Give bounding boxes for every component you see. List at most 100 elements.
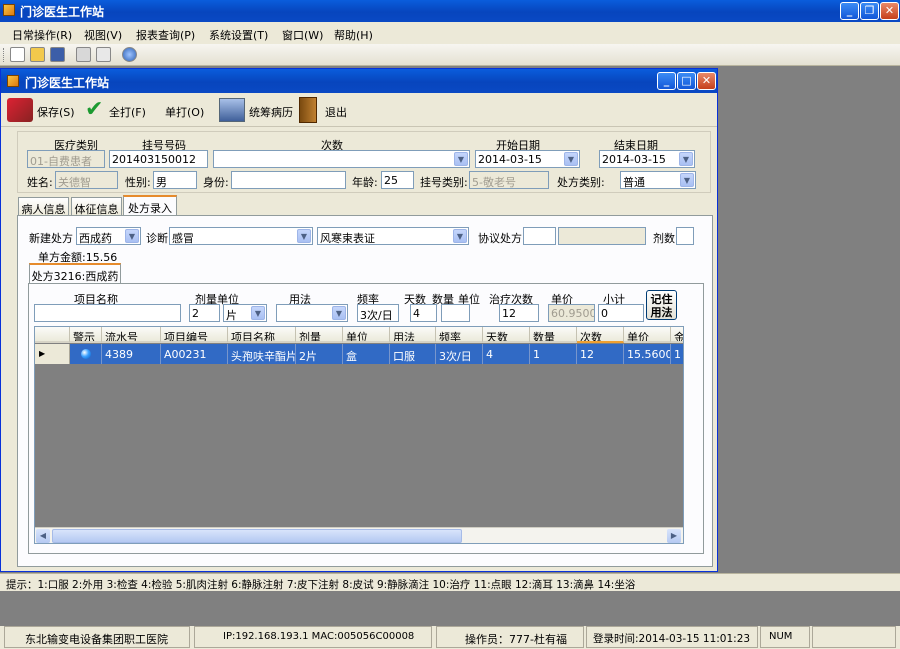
dose-count-field[interactable]	[676, 227, 694, 245]
col-unit-price[interactable]: 单价	[624, 327, 671, 343]
restore-button[interactable]: ❐	[860, 2, 879, 20]
agreement-rx-label: 协议处方	[478, 232, 522, 245]
print-icon[interactable]	[76, 47, 91, 62]
col-serial[interactable]: 流水号	[102, 327, 161, 343]
chevron-down-icon[interactable]: ▼	[454, 152, 468, 166]
tab-patient-info[interactable]: 病人信息	[18, 197, 69, 216]
start-date-picker[interactable]: 2014-03-15 ▼	[475, 150, 580, 168]
name-field[interactable]: 关德智	[55, 171, 118, 189]
end-date-picker[interactable]: 2014-03-15 ▼	[599, 150, 695, 168]
cell-days: 4	[483, 344, 530, 364]
tab-vital-signs[interactable]: 体征信息	[71, 197, 122, 216]
cell-serial: 4389	[102, 344, 161, 364]
usage-select[interactable]: ▼	[276, 304, 348, 322]
child-minimize-button[interactable]: _	[657, 72, 676, 90]
chevron-down-icon[interactable]: ▼	[332, 306, 346, 320]
col-frequency[interactable]: 频率	[436, 327, 483, 343]
diagnosis-select[interactable]: 感冒 ▼	[169, 227, 313, 245]
chevron-down-icon[interactable]: ▼	[453, 229, 467, 243]
col-days[interactable]: 天数	[483, 327, 530, 343]
minimize-button[interactable]: _	[840, 2, 859, 20]
save-disk-icon[interactable]	[50, 47, 65, 62]
syndrome-select[interactable]: 风寒束表证 ▼	[317, 227, 469, 245]
chevron-down-icon[interactable]: ▼	[297, 229, 311, 243]
menu-help[interactable]: 帮助(H)	[334, 27, 373, 43]
cell-amount: 1	[671, 344, 683, 364]
print-all-button[interactable]: 全打(F)	[109, 104, 146, 120]
scroll-right-icon[interactable]: ▶	[667, 529, 681, 543]
globe-icon[interactable]	[122, 47, 137, 62]
days-input[interactable]: 4	[410, 304, 437, 322]
tab-prescription[interactable]: 处方录入	[123, 195, 177, 216]
unit-price-input[interactable]: 60.9500	[548, 304, 595, 322]
chevron-down-icon[interactable]: ▼	[251, 306, 265, 320]
gender-field[interactable]: 男	[153, 171, 197, 189]
menu-daily[interactable]: 日常操作(R)	[12, 27, 72, 43]
age-field[interactable]: 25	[381, 171, 414, 189]
menu-view[interactable]: 视图(V)	[84, 27, 122, 43]
rx-detail-panel: 项目名称 剂量单位 用法 频率 天数 数量 单位 治疗次数 单价 小计 记住用法…	[28, 283, 704, 554]
new-file-icon[interactable]	[10, 47, 25, 62]
menu-reports[interactable]: 报表查询(P)	[136, 27, 195, 43]
identity-field[interactable]	[231, 171, 346, 189]
cell-unit-price: 15.5600	[624, 344, 671, 364]
exit-door-icon[interactable]	[299, 97, 317, 123]
grid-hscrollbar[interactable]: ◀ ▶	[35, 527, 683, 543]
diagnosis-label: 诊断	[146, 232, 168, 245]
col-item-code[interactable]: 项目编号	[161, 327, 228, 343]
remember-usage-button[interactable]: 记住用法	[646, 290, 677, 320]
dose-unit-select[interactable]: 片 ▼	[223, 304, 267, 322]
close-button[interactable]: ✕	[880, 2, 899, 20]
col-quantity[interactable]: 数量	[530, 327, 577, 343]
chevron-down-icon[interactable]: ▼	[680, 173, 694, 187]
agreement-rx-field[interactable]	[523, 227, 556, 245]
save-icon[interactable]	[7, 98, 33, 122]
open-folder-icon[interactable]	[30, 47, 45, 62]
cell-usage: 口服	[390, 344, 436, 364]
col-usage[interactable]: 用法	[390, 327, 436, 343]
subtotal-input[interactable]: 0	[598, 304, 644, 322]
row-selector[interactable]: ▶	[35, 344, 70, 364]
menu-window[interactable]: 窗口(W)	[282, 27, 323, 43]
treatment-count-input[interactable]: 12	[499, 304, 539, 322]
save-button[interactable]: 保存(S)	[37, 104, 75, 120]
medical-record-icon[interactable]	[219, 98, 245, 122]
col-alert[interactable]: 警示	[70, 327, 102, 343]
print-preview-icon[interactable]	[96, 47, 111, 62]
tab-rx-3216[interactable]: 处方3216:西成药	[29, 263, 121, 284]
chevron-down-icon[interactable]: ▼	[564, 152, 578, 166]
rx-type-select[interactable]: 普通 ▼	[620, 171, 696, 189]
med-type-field[interactable]: 01-自费患者	[27, 150, 105, 168]
frequency-input[interactable]: 3次/日	[357, 304, 399, 322]
chevron-down-icon[interactable]: ▼	[125, 229, 139, 243]
exit-button[interactable]: 退出	[325, 104, 347, 120]
col-times[interactable]: 次数	[577, 327, 624, 343]
print-single-button[interactable]: 单打(O)	[165, 104, 204, 120]
table-row[interactable]: ▶ 4389 A00231 头孢呋辛酯片 2片 盒 口服 3次/日 4 1 12…	[35, 344, 683, 364]
new-rx-select[interactable]: 西成药 ▼	[76, 227, 141, 245]
scroll-thumb[interactable]	[52, 529, 462, 543]
dose-input[interactable]: 2	[189, 304, 220, 322]
alert-dot-icon	[81, 349, 91, 359]
item-name-input[interactable]	[34, 304, 181, 322]
col-amount[interactable]: 金	[671, 327, 683, 343]
menu-settings[interactable]: 系统设置(T)	[209, 27, 268, 43]
diagnosis-value: 感冒	[172, 232, 194, 245]
child-close-button[interactable]: ✕	[697, 72, 716, 90]
cell-item-name: 头孢呋辛酯片	[228, 344, 296, 364]
records-button[interactable]: 统筹病历	[249, 104, 293, 120]
syndrome-value: 风寒束表证	[320, 232, 375, 245]
chevron-down-icon[interactable]: ▼	[679, 152, 693, 166]
quantity-input[interactable]	[441, 304, 470, 322]
col-unit[interactable]: 单位	[343, 327, 390, 343]
scroll-left-icon[interactable]: ◀	[36, 529, 50, 543]
times-select[interactable]: ▼	[213, 150, 470, 168]
status-operator: 操作员：777-杜有福	[436, 626, 584, 648]
child-toolbar: 保存(S) ✔ 全打(F) 单打(O) 统筹病历 退出	[1, 93, 717, 127]
child-maximize-button[interactable]: □	[677, 72, 696, 90]
reg-no-field[interactable]: 201403150012	[109, 150, 208, 168]
col-dose[interactable]: 剂量	[296, 327, 343, 343]
checkmark-icon[interactable]: ✔	[85, 97, 103, 122]
col-item-name[interactable]: 项目名称	[228, 327, 296, 343]
reg-type-field[interactable]: 5-敬老号	[469, 171, 549, 189]
